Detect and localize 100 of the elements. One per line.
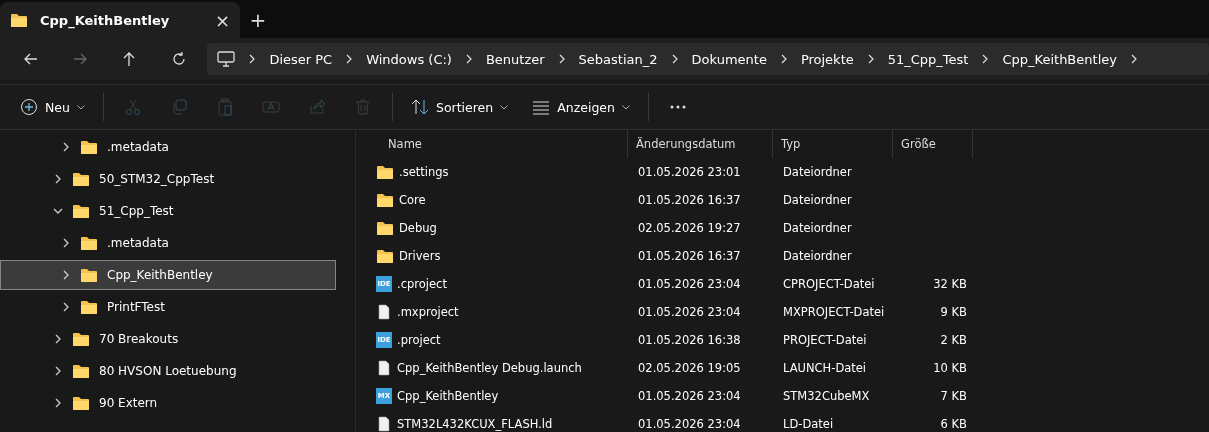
folder-icon [80, 267, 98, 283]
breadcrumb-item[interactable]: Dokumente [691, 51, 767, 67]
breadcrumb-item[interactable]: Cpp_KeithBentley [1002, 51, 1117, 67]
refresh-icon[interactable] [170, 51, 187, 67]
folder-icon [80, 235, 98, 251]
file-name[interactable]: Drivers [399, 249, 441, 263]
tree-item[interactable]: .metadata [0, 132, 336, 162]
folder-icon [376, 248, 394, 264]
file-name[interactable]: Cpp_KeithBentley [397, 389, 499, 403]
address-bar[interactable]: Dieser PC Windows (C:) Benutzer Sebastian_2 Dokumente Projekte 51_Cpp_Test Cpp_KeithBentley [207, 43, 1209, 75]
breadcrumb-item[interactable]: Windows (C:) [366, 51, 452, 67]
document-icon [376, 360, 392, 376]
sort-icon [410, 98, 429, 116]
file-type: Dateiordner [783, 221, 852, 235]
file-type: CPROJECT-Datei [783, 277, 875, 291]
close-tab-button[interactable]: × [214, 9, 230, 31]
folder-icon [72, 395, 90, 411]
folder-icon [376, 192, 394, 208]
file-type: LD-Datei [783, 417, 834, 431]
caret-icon [622, 104, 630, 110]
file-size: 9 KB [940, 305, 967, 319]
expand-chevron-icon[interactable] [53, 174, 63, 184]
modified-date: 01.05.2026 23:01 [638, 165, 741, 179]
tree-item[interactable]: 50_STM32_CppTest [0, 164, 336, 194]
modified-date: 02.05.2026 19:05 [638, 361, 741, 375]
delete-icon [353, 98, 372, 116]
collapse-chevron-icon[interactable] [53, 206, 63, 216]
modified-date: 01.05.2026 23:04 [638, 305, 741, 319]
folder-icon [72, 203, 90, 219]
more-icon [670, 105, 686, 109]
tree-item[interactable]: 80 HVSON Loetuebung [0, 356, 336, 386]
file-size: 7 KB [940, 389, 967, 403]
folder-icon [376, 164, 394, 180]
sort-button[interactable]: Sortieren [398, 91, 521, 123]
column-header[interactable]: Typ [773, 130, 893, 158]
caret-icon [76, 104, 85, 110]
caret-icon [500, 104, 509, 110]
document-icon [376, 416, 392, 432]
file-name[interactable]: .settings [399, 165, 449, 179]
add-icon [20, 98, 38, 116]
file-size: 32 KB [933, 277, 967, 291]
file-size: 10 KB [933, 361, 967, 375]
tree-item[interactable]: 90 Extern [0, 388, 336, 418]
new-button[interactable]: Neu [8, 91, 97, 123]
document-icon [376, 304, 392, 320]
view-icon [532, 98, 551, 116]
file-type: STM32CubeMX [783, 389, 870, 403]
column-header[interactable]: Name [374, 130, 628, 158]
breadcrumb-item[interactable]: Projekte [800, 51, 854, 67]
column-header[interactable]: Größe [893, 130, 973, 158]
folder-icon [72, 363, 90, 379]
modified-date: 01.05.2026 23:04 [638, 417, 741, 431]
file-name[interactable]: .mxproject [397, 305, 459, 319]
expand-chevron-icon[interactable] [53, 366, 63, 376]
file-size: 2 KB [940, 333, 967, 347]
expand-chevron-icon[interactable] [53, 334, 63, 344]
modified-date: 01.05.2026 23:04 [638, 389, 741, 403]
folder-icon [80, 139, 98, 155]
back-arrow-icon[interactable] [22, 51, 39, 67]
breadcrumb-item[interactable]: Dieser PC [269, 51, 333, 67]
file-size: 6 KB [940, 417, 967, 431]
tree-item[interactable]: .metadata [0, 228, 336, 258]
expand-chevron-icon[interactable] [61, 302, 71, 312]
expand-chevron-icon[interactable] [61, 270, 71, 280]
folder-icon [80, 299, 98, 315]
expand-chevron-icon[interactable] [53, 398, 63, 408]
file-name[interactable]: .project [397, 333, 441, 347]
file-type: Dateiordner [783, 249, 852, 263]
modified-date: 02.05.2026 19:27 [638, 221, 741, 235]
view-button[interactable]: Anzeigen [520, 91, 642, 123]
modified-date: 01.05.2026 16:37 [638, 249, 741, 263]
tree-item[interactable]: 51_Cpp_Test [0, 196, 336, 226]
tree-item[interactable]: 70 Breakouts [0, 324, 336, 354]
file-type: LAUNCH-Datei [783, 361, 867, 375]
breadcrumb-item[interactable]: 51_Cpp_Test [887, 51, 969, 67]
file-type: Dateiordner [783, 165, 852, 179]
folder-icon [376, 220, 394, 236]
column-header[interactable]: Änderungsdatum [628, 130, 773, 158]
file-name[interactable]: .cproject [397, 277, 447, 291]
monitor-icon [217, 51, 236, 67]
window-tab[interactable]: Cpp_KeithBentley × [0, 2, 240, 38]
new-tab-button[interactable]: + [240, 2, 276, 38]
tree-item[interactable]: PrintFTest [0, 292, 336, 322]
rename-icon [261, 98, 280, 116]
file-name[interactable]: STM32L432KCUX_FLASH.ld [397, 417, 553, 431]
modified-date: 01.05.2026 16:37 [638, 193, 741, 207]
file-type: MXPROJECT-Datei [783, 305, 885, 319]
expand-chevron-icon[interactable] [61, 142, 71, 152]
tree-item[interactable]: Cpp_KeithBentley [0, 260, 336, 290]
paste-icon [215, 98, 234, 116]
folder-icon [72, 171, 90, 187]
file-type: Dateiordner [783, 193, 852, 207]
breadcrumb-item[interactable]: Sebastian_2 [578, 51, 658, 67]
breadcrumb-item[interactable]: Benutzer [485, 51, 545, 67]
folder-icon [72, 331, 90, 347]
expand-chevron-icon[interactable] [61, 238, 71, 248]
file-name[interactable]: Cpp_KeithBentley Debug.launch [397, 361, 582, 375]
file-name[interactable]: Debug [399, 221, 437, 235]
file-name[interactable]: Core [399, 193, 426, 207]
share-icon [307, 98, 326, 116]
